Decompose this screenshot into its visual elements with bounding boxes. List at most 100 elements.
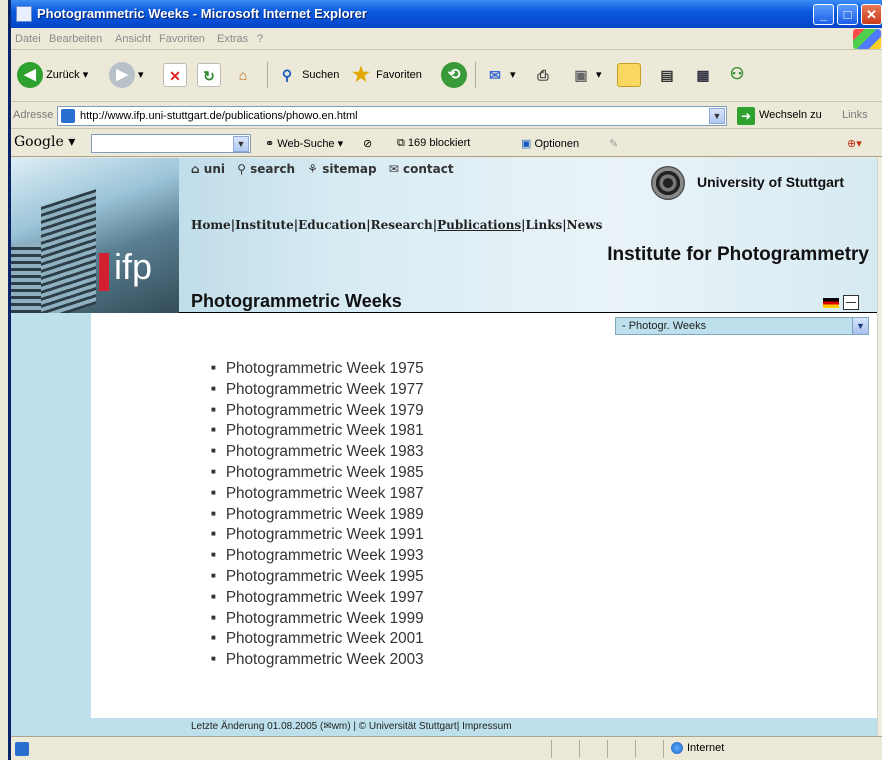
research-button[interactable]: ▦ xyxy=(691,60,715,90)
go-arrow-icon[interactable]: ➜ xyxy=(737,107,755,125)
top-nav-search[interactable]: ⚲ search xyxy=(237,162,299,176)
top-nav: ⌂ uni ⚲ search ⚘ sitemap ✉ contact xyxy=(191,162,462,176)
address-bar: Adresse http://www.ifp.uni-stuttgart.de/… xyxy=(11,103,882,129)
chevron-down-icon[interactable]: ▼ xyxy=(852,318,868,334)
history-button[interactable]: ⟲ xyxy=(441,60,467,90)
institute-name: Institute for Photogrammetry xyxy=(607,244,869,265)
week-link[interactable]: Photogrammetric Week 1975 xyxy=(211,358,424,379)
footer-text: Letzte Änderung 01.08.2005 (✉wm) | © Uni… xyxy=(191,721,512,732)
nav-education[interactable]: Education xyxy=(298,218,366,232)
german-flag-icon[interactable] xyxy=(823,298,839,308)
nav-publications[interactable]: Publications xyxy=(437,218,521,232)
nav-research[interactable]: Research xyxy=(371,218,433,232)
vertical-scrollbar[interactable] xyxy=(877,158,882,736)
go-button[interactable]: Wechseln zu xyxy=(759,109,822,121)
home-button[interactable]: ⌂ xyxy=(231,60,255,90)
week-link[interactable]: Photogrammetric Week 1995 xyxy=(211,566,424,587)
popup-blocker-button[interactable]: ⧉ 169 blockiert xyxy=(397,137,470,150)
highlight-icon[interactable]: ✎ xyxy=(609,137,618,150)
web-search-button[interactable]: ⚭ Web-Suche ▾ xyxy=(265,137,343,150)
google-logo[interactable]: Google ▾ xyxy=(14,134,75,150)
page-icon xyxy=(61,109,75,123)
edit-button[interactable]: ▣ ▾ xyxy=(569,60,601,90)
links-button[interactable]: Links xyxy=(842,109,868,121)
minimize-button[interactable]: _ xyxy=(813,4,834,25)
popup-blocker-icon: ⧉ xyxy=(397,137,405,149)
nav-institute[interactable]: Institute xyxy=(235,218,294,232)
nav-news[interactable]: News xyxy=(567,218,603,232)
week-link[interactable]: Photogrammetric Week 1999 xyxy=(211,608,424,629)
page-footer: Letzte Änderung 01.08.2005 (✉wm) | © Uni… xyxy=(11,718,877,736)
translate-icon[interactable]: ⊕▾ xyxy=(847,137,862,150)
printer-icon[interactable] xyxy=(843,295,859,310)
windows-logo-icon xyxy=(853,29,881,49)
discuss-button[interactable]: ▤ xyxy=(655,60,679,90)
nav-links[interactable]: Links xyxy=(525,218,562,232)
print-icon: ⎙ xyxy=(537,67,549,84)
address-url: http://www.ifp.uni-stuttgart.de/publicat… xyxy=(80,110,358,122)
maximize-button[interactable]: □ xyxy=(837,4,858,25)
refresh-button[interactable]: ↻ xyxy=(197,60,221,90)
week-link[interactable]: Photogrammetric Week 1977 xyxy=(211,379,424,400)
back-button[interactable]: ◀ Zurück ▾ xyxy=(17,60,88,90)
window-title: Photogrammetric Weeks - Microsoft Intern… xyxy=(37,6,367,21)
forward-button[interactable]: ▶ ▾ xyxy=(109,60,144,90)
menu-bar: Datei Bearbeiten Ansicht Favoriten Extra… xyxy=(11,28,882,50)
options-button[interactable]: ▣ Optionen xyxy=(521,137,579,150)
globe-icon xyxy=(671,742,683,755)
header-divider xyxy=(179,312,877,313)
options-icon: ▣ xyxy=(521,138,532,150)
title-bar: Photogrammetric Weeks - Microsoft Intern… xyxy=(11,0,882,28)
address-input[interactable]: http://www.ifp.uni-stuttgart.de/publicat… xyxy=(57,106,727,126)
page-title: Photogrammetric Weeks xyxy=(191,291,402,311)
refresh-icon: ↻ xyxy=(197,63,221,88)
menu-favoriten[interactable]: Favoriten xyxy=(159,33,205,45)
week-link[interactable]: Photogrammetric Week 1985 xyxy=(211,462,424,483)
section-select[interactable]: - Photogr. Weeks ▼ xyxy=(615,317,869,335)
star-icon: ★ xyxy=(352,64,370,87)
week-link[interactable]: Photogrammetric Week 1991 xyxy=(211,524,424,545)
address-dropdown-button[interactable]: ▼ xyxy=(709,108,725,124)
close-button[interactable]: ✕ xyxy=(861,4,882,25)
stop-button[interactable]: ✕ xyxy=(163,60,187,90)
week-link[interactable]: Photogrammetric Week 1979 xyxy=(211,400,424,421)
university-name[interactable]: University of Stuttgart xyxy=(697,174,844,190)
menu-ansicht[interactable]: Ansicht xyxy=(115,33,151,45)
building-photo xyxy=(11,158,179,313)
week-link[interactable]: Photogrammetric Week 1989 xyxy=(211,504,424,525)
week-link[interactable]: Photogrammetric Week 2001 xyxy=(211,628,424,649)
menu-datei[interactable]: Datei xyxy=(15,33,41,45)
nav-home[interactable]: Home xyxy=(191,218,231,232)
top-nav-contact[interactable]: ✉ contact xyxy=(389,162,458,176)
menu-help[interactable]: ? xyxy=(257,33,263,45)
week-link[interactable]: Photogrammetric Week 1997 xyxy=(211,587,424,608)
folder-button[interactable] xyxy=(617,60,641,90)
forward-arrow-icon: ▶ xyxy=(109,62,135,89)
week-link[interactable]: Photogrammetric Week 1993 xyxy=(211,545,424,566)
ie-page-icon xyxy=(16,6,32,22)
back-arrow-icon: ◀ xyxy=(17,62,43,89)
university-logo[interactable] xyxy=(651,166,685,200)
messenger-button[interactable]: ⚇ xyxy=(725,60,749,90)
menu-extras[interactable]: Extras xyxy=(217,33,248,45)
print-button[interactable]: ⎙ xyxy=(531,60,555,90)
mail-icon: ✉ xyxy=(489,67,501,84)
pagerank-icon[interactable]: ⊘ xyxy=(363,137,372,150)
favorites-button[interactable]: ★ Favoriten xyxy=(349,60,422,90)
google-search-input[interactable]: ▼ xyxy=(91,134,251,153)
top-nav-uni[interactable]: ⌂ uni xyxy=(191,162,229,176)
week-link[interactable]: Photogrammetric Week 1983 xyxy=(211,441,424,462)
google-search-dropdown[interactable]: ▼ xyxy=(233,136,249,152)
menu-bearbeiten[interactable]: Bearbeiten xyxy=(49,33,102,45)
search-button[interactable]: ⚲ Suchen xyxy=(275,60,340,90)
week-link[interactable]: Photogrammetric Week 1981 xyxy=(211,420,424,441)
week-link[interactable]: Photogrammetric Week 1987 xyxy=(211,483,424,504)
week-link[interactable]: Photogrammetric Week 2003 xyxy=(211,649,424,670)
top-nav-sitemap[interactable]: ⚘ sitemap xyxy=(307,162,380,176)
web-content: ifp ⌂ uni ⚲ search ⚘ sitemap ✉ contact U… xyxy=(11,158,877,736)
mail-button[interactable]: ✉ ▾ xyxy=(483,60,515,90)
page-status-icon xyxy=(15,742,29,756)
ifp-logo-bar xyxy=(99,253,109,291)
home-icon: ⌂ xyxy=(238,67,248,84)
search-icon: ⚲ xyxy=(281,67,293,84)
